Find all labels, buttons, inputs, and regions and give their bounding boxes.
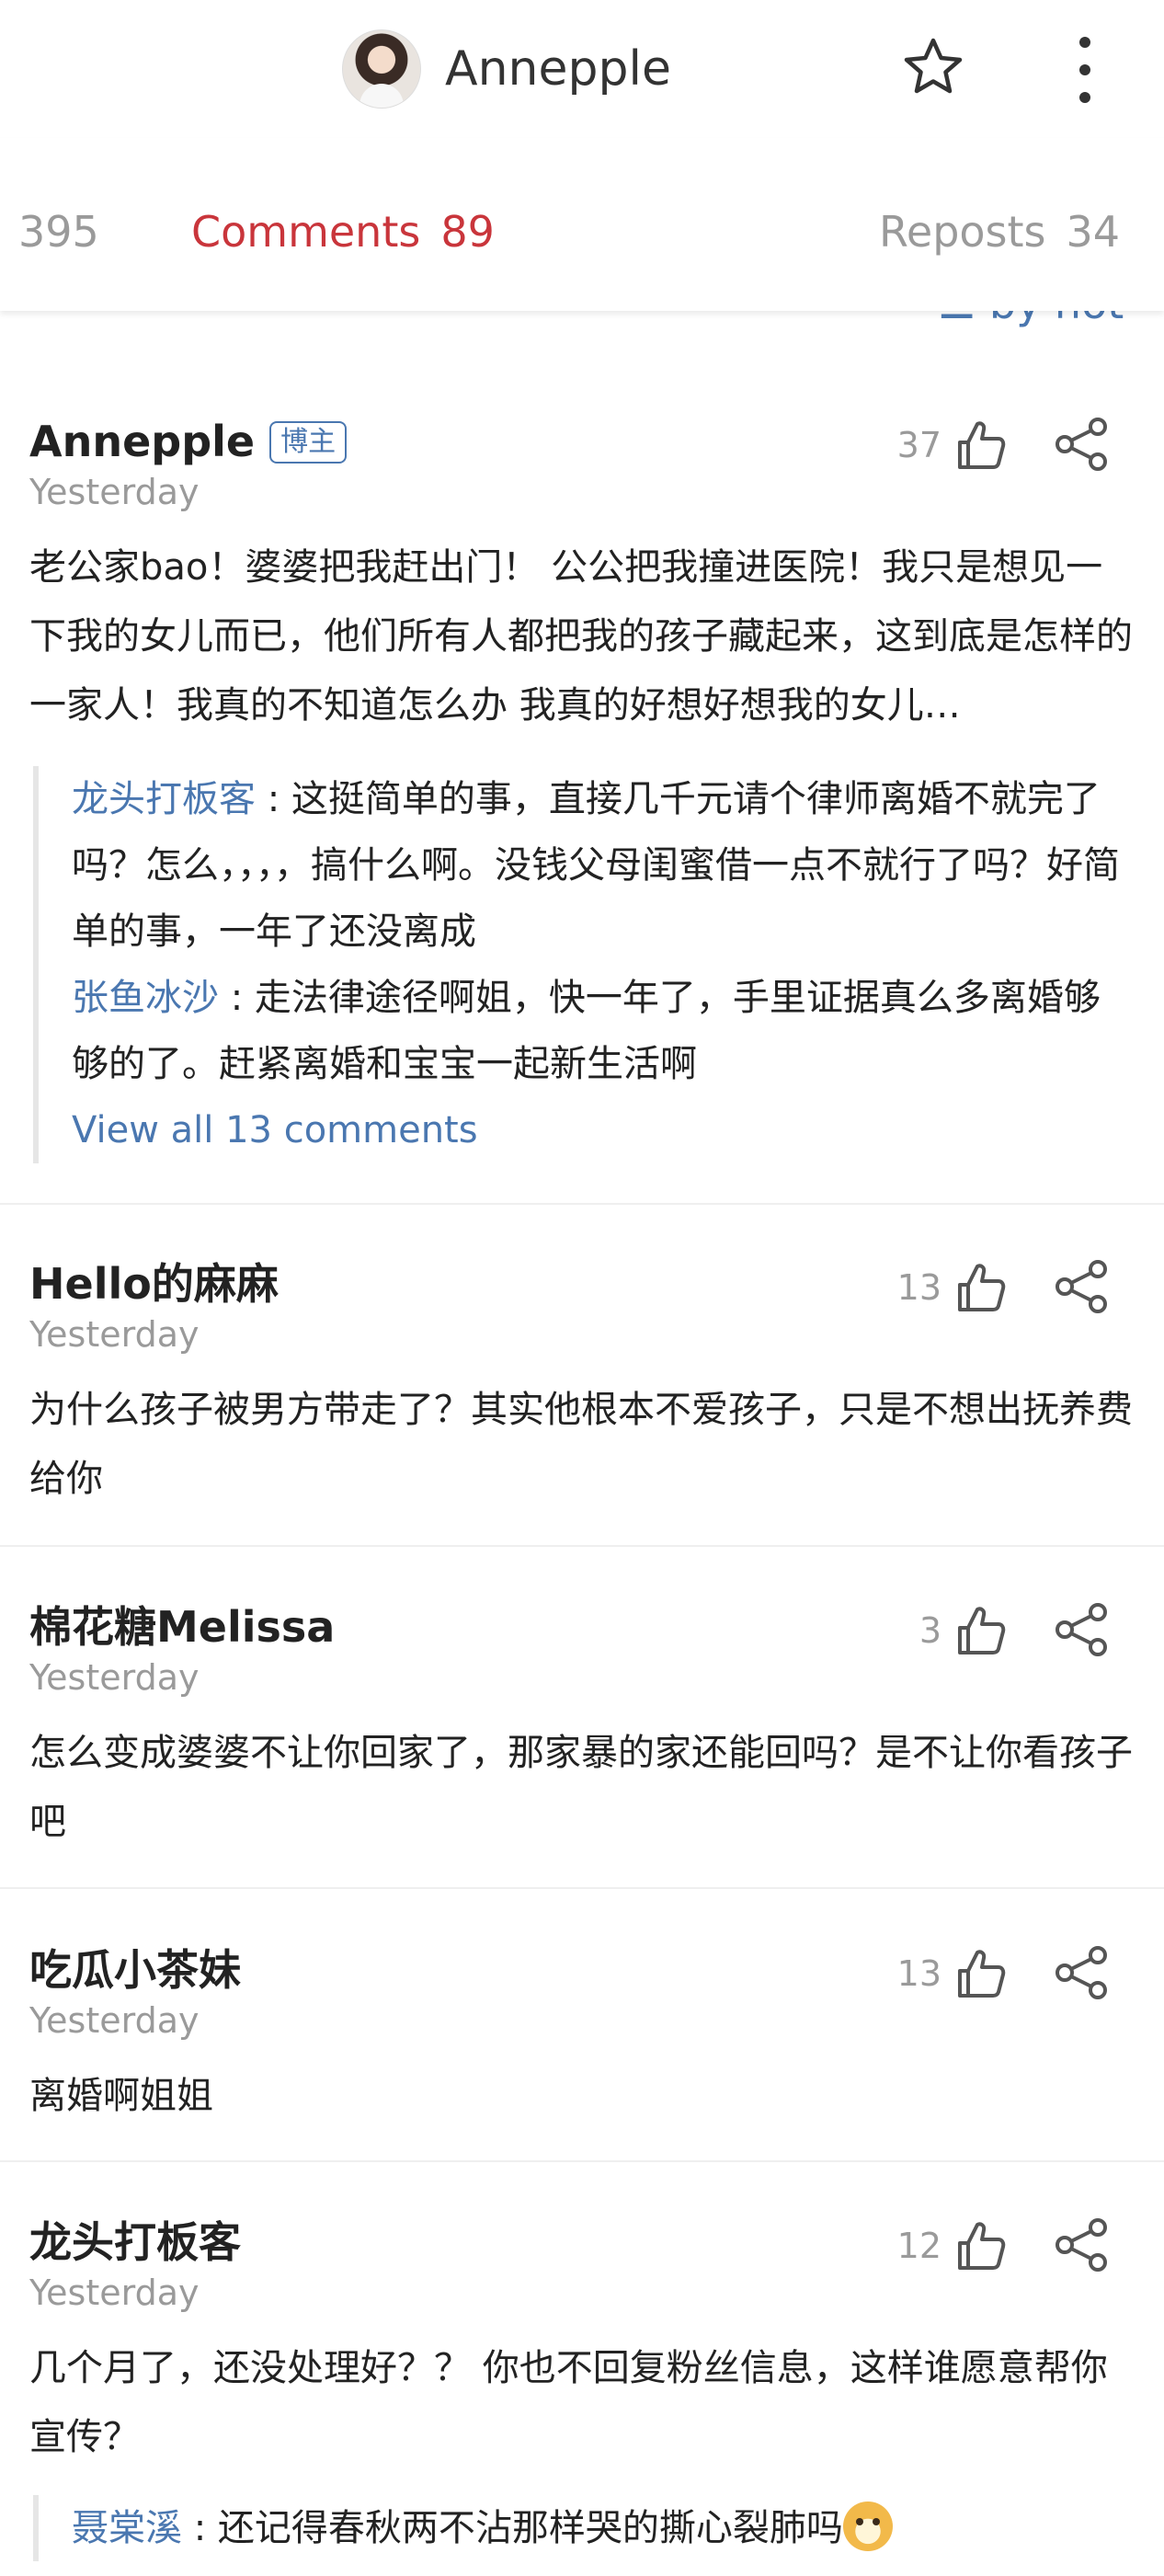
- comment-time: Yesterday: [29, 2000, 200, 2041]
- view-all-comments-link[interactable]: View all 13 comments: [72, 1097, 1136, 1163]
- reply-item[interactable]: 龙头打板客 : 这挺简单的事，直接几千元请个律师离婚不就完了吗？怎么，，，，搞什…: [72, 766, 1136, 965]
- share-icon[interactable]: [1054, 416, 1111, 473]
- tab-likes-count: 395: [18, 207, 99, 257]
- avatar[interactable]: [342, 29, 421, 109]
- comment-author[interactable]: Annepple 博主: [29, 414, 348, 469]
- tab-reposts[interactable]: Reposts 34: [879, 204, 1120, 259]
- reply-item[interactable]: 聂棠溪 : 还记得春秋两不沾那样哭的撕心裂肺吗: [72, 2495, 1136, 2561]
- divider: [0, 1545, 1164, 1547]
- tab-likes[interactable]: 395: [18, 204, 99, 259]
- like-count: 13: [896, 1953, 941, 1994]
- like-count: 13: [896, 1267, 941, 1308]
- like-count: 37: [896, 425, 941, 465]
- like-count: 12: [896, 2226, 941, 2266]
- reply-author[interactable]: 龙头打板客: [72, 778, 256, 820]
- tab-comments-count: 89: [440, 207, 495, 257]
- reply-item[interactable]: 张鱼冰沙 : 走法律途径啊姐，快一年了，手里证据真么多离婚够够的了。赶紧离婚和宝…: [72, 965, 1136, 1097]
- comment-time: Yesterday: [29, 1314, 200, 1355]
- vertical-ellipsis-icon[interactable]: [1067, 33, 1103, 107]
- reply-author[interactable]: 张鱼冰沙: [72, 977, 219, 1019]
- reply-text: 走法律途径啊姐，快一年了，手里证据真么多离婚够够的了。赶紧离婚和宝宝一起新生活啊: [72, 977, 1101, 1085]
- comment-time: Yesterday: [29, 472, 200, 512]
- divider: [0, 2160, 1164, 2162]
- tab-comments[interactable]: Comments 89: [191, 204, 495, 259]
- star-outline-icon[interactable]: [901, 35, 965, 99]
- comment-text: 几个月了，还没处理好？？ 你也不回复粉丝信息，这样谁愿意帮你宣传？: [29, 2347, 1108, 2458]
- thumbs-up-icon[interactable]: [953, 2218, 1008, 2273]
- comment-text: 为什么孩子被男方带走了？其实他根本不爱孩子，只是不想出抚养费给你: [29, 1389, 1133, 1500]
- share-icon[interactable]: [1054, 1601, 1111, 1658]
- thumbs-up-icon[interactable]: [953, 418, 1008, 473]
- top-bar: Annepple: [0, 0, 1164, 138]
- comment-time: Yesterday: [29, 1657, 200, 1698]
- reply-text: 还记得春秋两不沾那样哭的撕心裂肺吗: [217, 2507, 843, 2549]
- thumbs-up-icon[interactable]: [953, 1260, 1008, 1315]
- comment-author[interactable]: 吃瓜小茶妹: [29, 1942, 241, 1998]
- thumbs-up-icon[interactable]: [953, 1603, 1008, 1658]
- tab-reposts-count: 34: [1066, 207, 1121, 257]
- divider: [0, 1887, 1164, 1889]
- divider: [0, 1203, 1164, 1205]
- tab-reposts-label: Reposts: [879, 207, 1046, 257]
- tab-comments-label: Comments: [191, 207, 421, 257]
- comment-item: Annepple 博主 Yesterday 37 老公家bao！婆婆把我赶出门！ …: [0, 395, 1164, 1196]
- comment-text: 老公家bao！婆婆把我赶出门！ 公公把我撞进医院！我只是想见一下我的女儿而已，他…: [29, 546, 1133, 727]
- share-icon[interactable]: [1054, 1258, 1111, 1315]
- reply-list: 龙头打板客 : 这挺简单的事，直接几千元请个律师离婚不就完了吗？怎么，，，，搞什…: [33, 766, 1136, 1163]
- comment-item: Hello的麻麻 Yesterday 13 为什么孩子被男方带走了？其实他根本不…: [0, 1238, 1164, 1514]
- author-badge: 博主: [269, 421, 348, 464]
- share-icon[interactable]: [1054, 2216, 1111, 2273]
- comment-item: 吃瓜小茶妹 Yesterday 13 离婚啊姐姐: [0, 1924, 1164, 2126]
- comment-text: 怎么变成婆婆不让你回家了，那家暴的家还能回吗？是不让你看孩子吧: [29, 1732, 1133, 1843]
- reply-list: 聂棠溪 : 还记得春秋两不沾那样哭的撕心裂肺吗: [33, 2495, 1136, 2561]
- comment-author[interactable]: 龙头打板客: [29, 2215, 241, 2270]
- share-icon[interactable]: [1054, 1944, 1111, 2001]
- profile-username[interactable]: Annepple: [445, 37, 671, 101]
- thumbs-up-icon[interactable]: [953, 1946, 1008, 2001]
- tab-bar: 395 Comments 89 Reposts 34: [0, 138, 1164, 311]
- doge-emoji-icon: [842, 2502, 893, 2551]
- like-count: 3: [919, 1610, 941, 1651]
- comment-author[interactable]: Hello的麻麻: [29, 1256, 279, 1311]
- comment-text: 离婚啊姐姐: [29, 2075, 213, 2117]
- comment-time: Yesterday: [29, 2273, 200, 2313]
- comment-item: 棉花糖Melissa Yesterday 3 怎么变成婆婆不让你回家了，那家暴的…: [0, 1581, 1164, 1857]
- comment-item: 龙头打板客 Yesterday 12 几个月了，还没处理好？？ 你也不回复粉丝信…: [0, 2196, 1164, 2576]
- comment-author[interactable]: 棉花糖Melissa: [29, 1599, 335, 1654]
- reply-author[interactable]: 聂棠溪: [72, 2507, 182, 2549]
